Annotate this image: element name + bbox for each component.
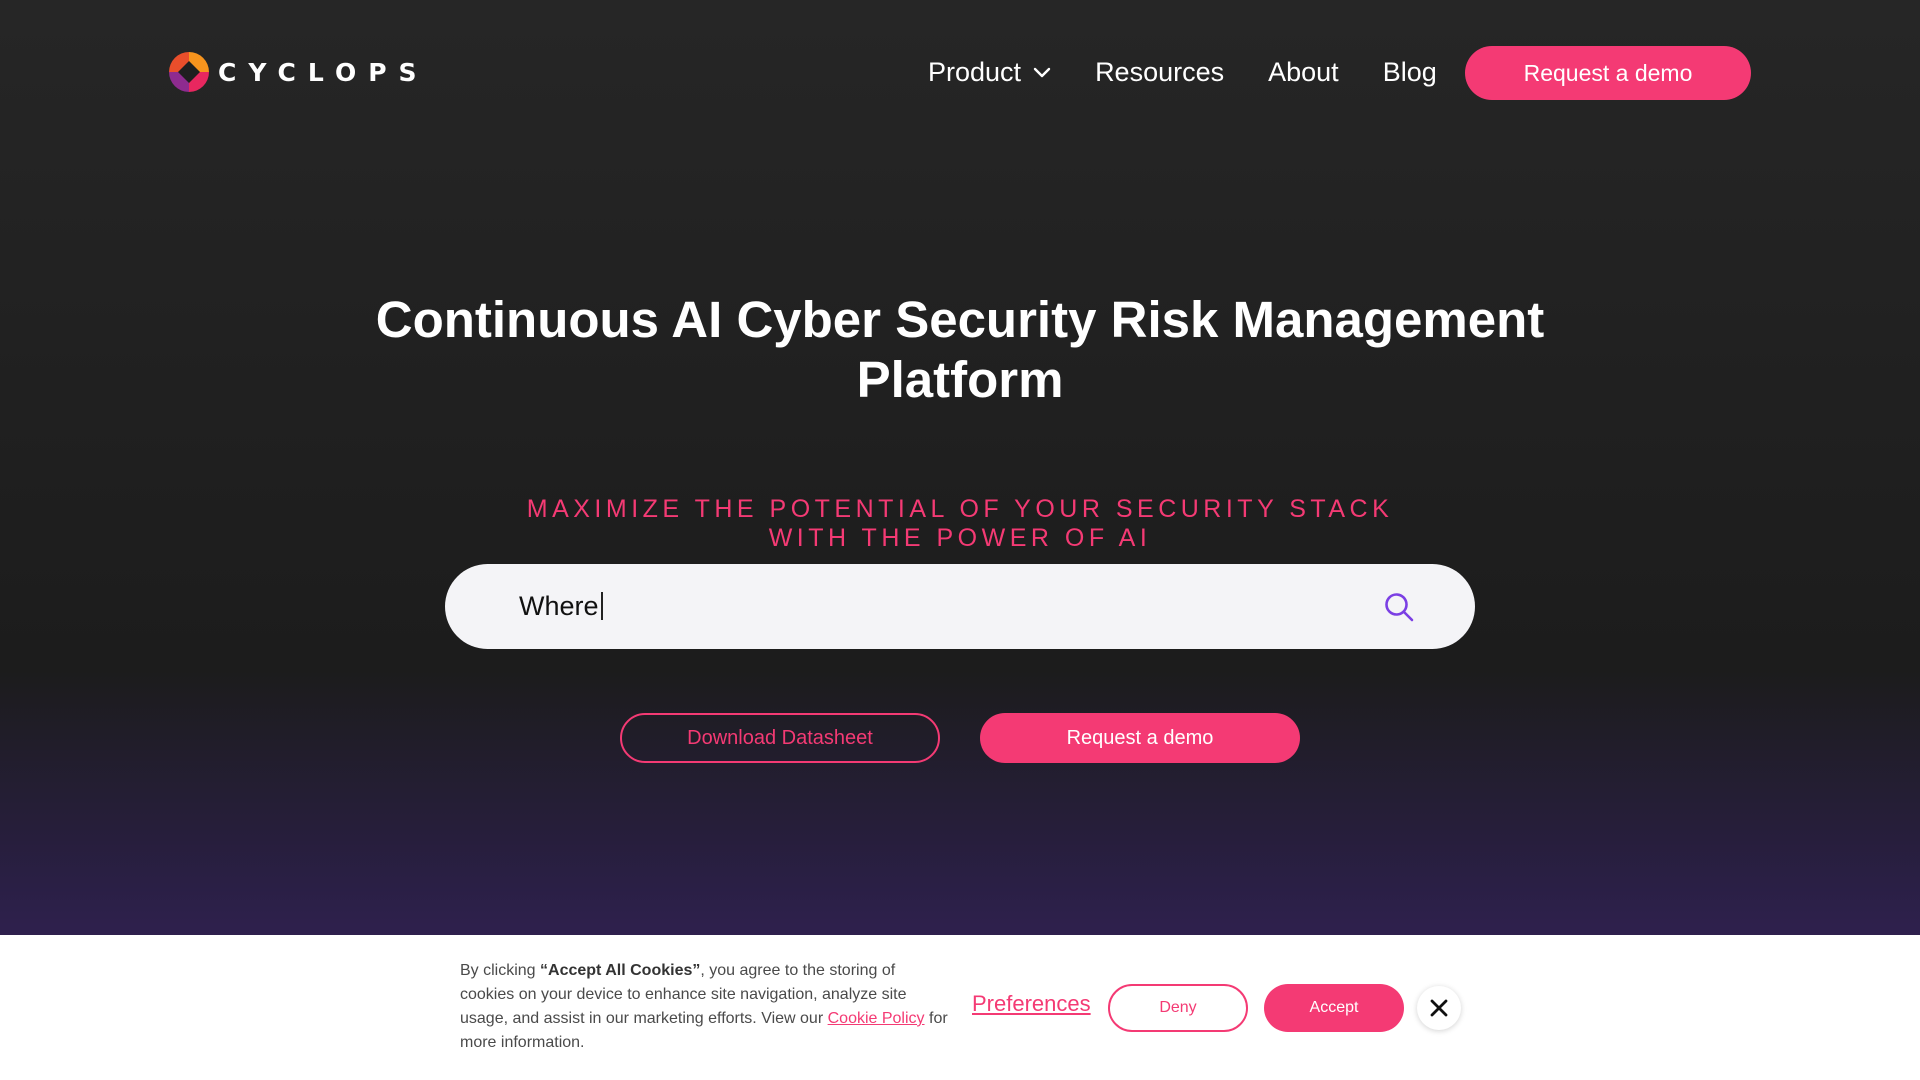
close-banner-button[interactable] xyxy=(1417,986,1461,1030)
search-input-value: Where xyxy=(519,591,1383,622)
search-input[interactable]: Where xyxy=(445,564,1475,649)
nav-about[interactable]: About xyxy=(1268,57,1339,88)
cookie-text: By clicking “Accept All Cookies”, you ag… xyxy=(460,959,950,1055)
close-icon xyxy=(1430,999,1448,1017)
nav-blog[interactable]: Blog xyxy=(1383,57,1437,88)
preferences-link[interactable]: Preferences xyxy=(972,991,1091,1017)
hero-subtitle-line2: WITH THE POWER OF AI xyxy=(768,524,1152,552)
nav-resources[interactable]: Resources xyxy=(1095,57,1224,88)
cookie-banner: By clicking “Accept All Cookies”, you ag… xyxy=(0,935,1920,1080)
header-request-demo-button[interactable]: Request a demo xyxy=(1465,46,1751,100)
hero-subtitle: MAXIMIZE THE POTENTIAL OF YOUR SECURITY … xyxy=(460,495,1460,553)
cookie-text-prefix: By clicking xyxy=(460,962,541,979)
hero-request-demo-button[interactable]: Request a demo xyxy=(980,713,1300,763)
deny-button[interactable]: Deny xyxy=(1108,984,1248,1032)
logo-wordmark: CYCLOPS xyxy=(218,57,429,87)
download-datasheet-button[interactable]: Download Datasheet xyxy=(620,713,940,763)
chevron-down-icon xyxy=(1033,67,1051,78)
main-nav: Product Resources About Blog xyxy=(928,52,1481,92)
site-header: CYCLOPS Product Resources About Blog Req… xyxy=(0,0,1920,145)
accept-button[interactable]: Accept xyxy=(1264,984,1404,1032)
cookie-policy-link[interactable]: Cookie Policy xyxy=(828,1010,925,1027)
nav-product-label: Product xyxy=(928,56,1022,87)
page: CYCLOPS Product Resources About Blog Req… xyxy=(0,0,1920,1080)
logo-link[interactable]: CYCLOPS xyxy=(169,52,429,92)
nav-product[interactable]: Product xyxy=(928,57,1051,88)
search-icon[interactable] xyxy=(1383,591,1415,623)
hero-subtitle-line1: MAXIMIZE THE POTENTIAL OF YOUR SECURITY … xyxy=(526,495,1394,523)
cookie-text-strong: “Accept All Cookies” xyxy=(540,962,701,979)
cyclops-logo-icon xyxy=(169,52,209,92)
hero-title: Continuous AI Cyber Security Risk Manage… xyxy=(375,291,1545,408)
